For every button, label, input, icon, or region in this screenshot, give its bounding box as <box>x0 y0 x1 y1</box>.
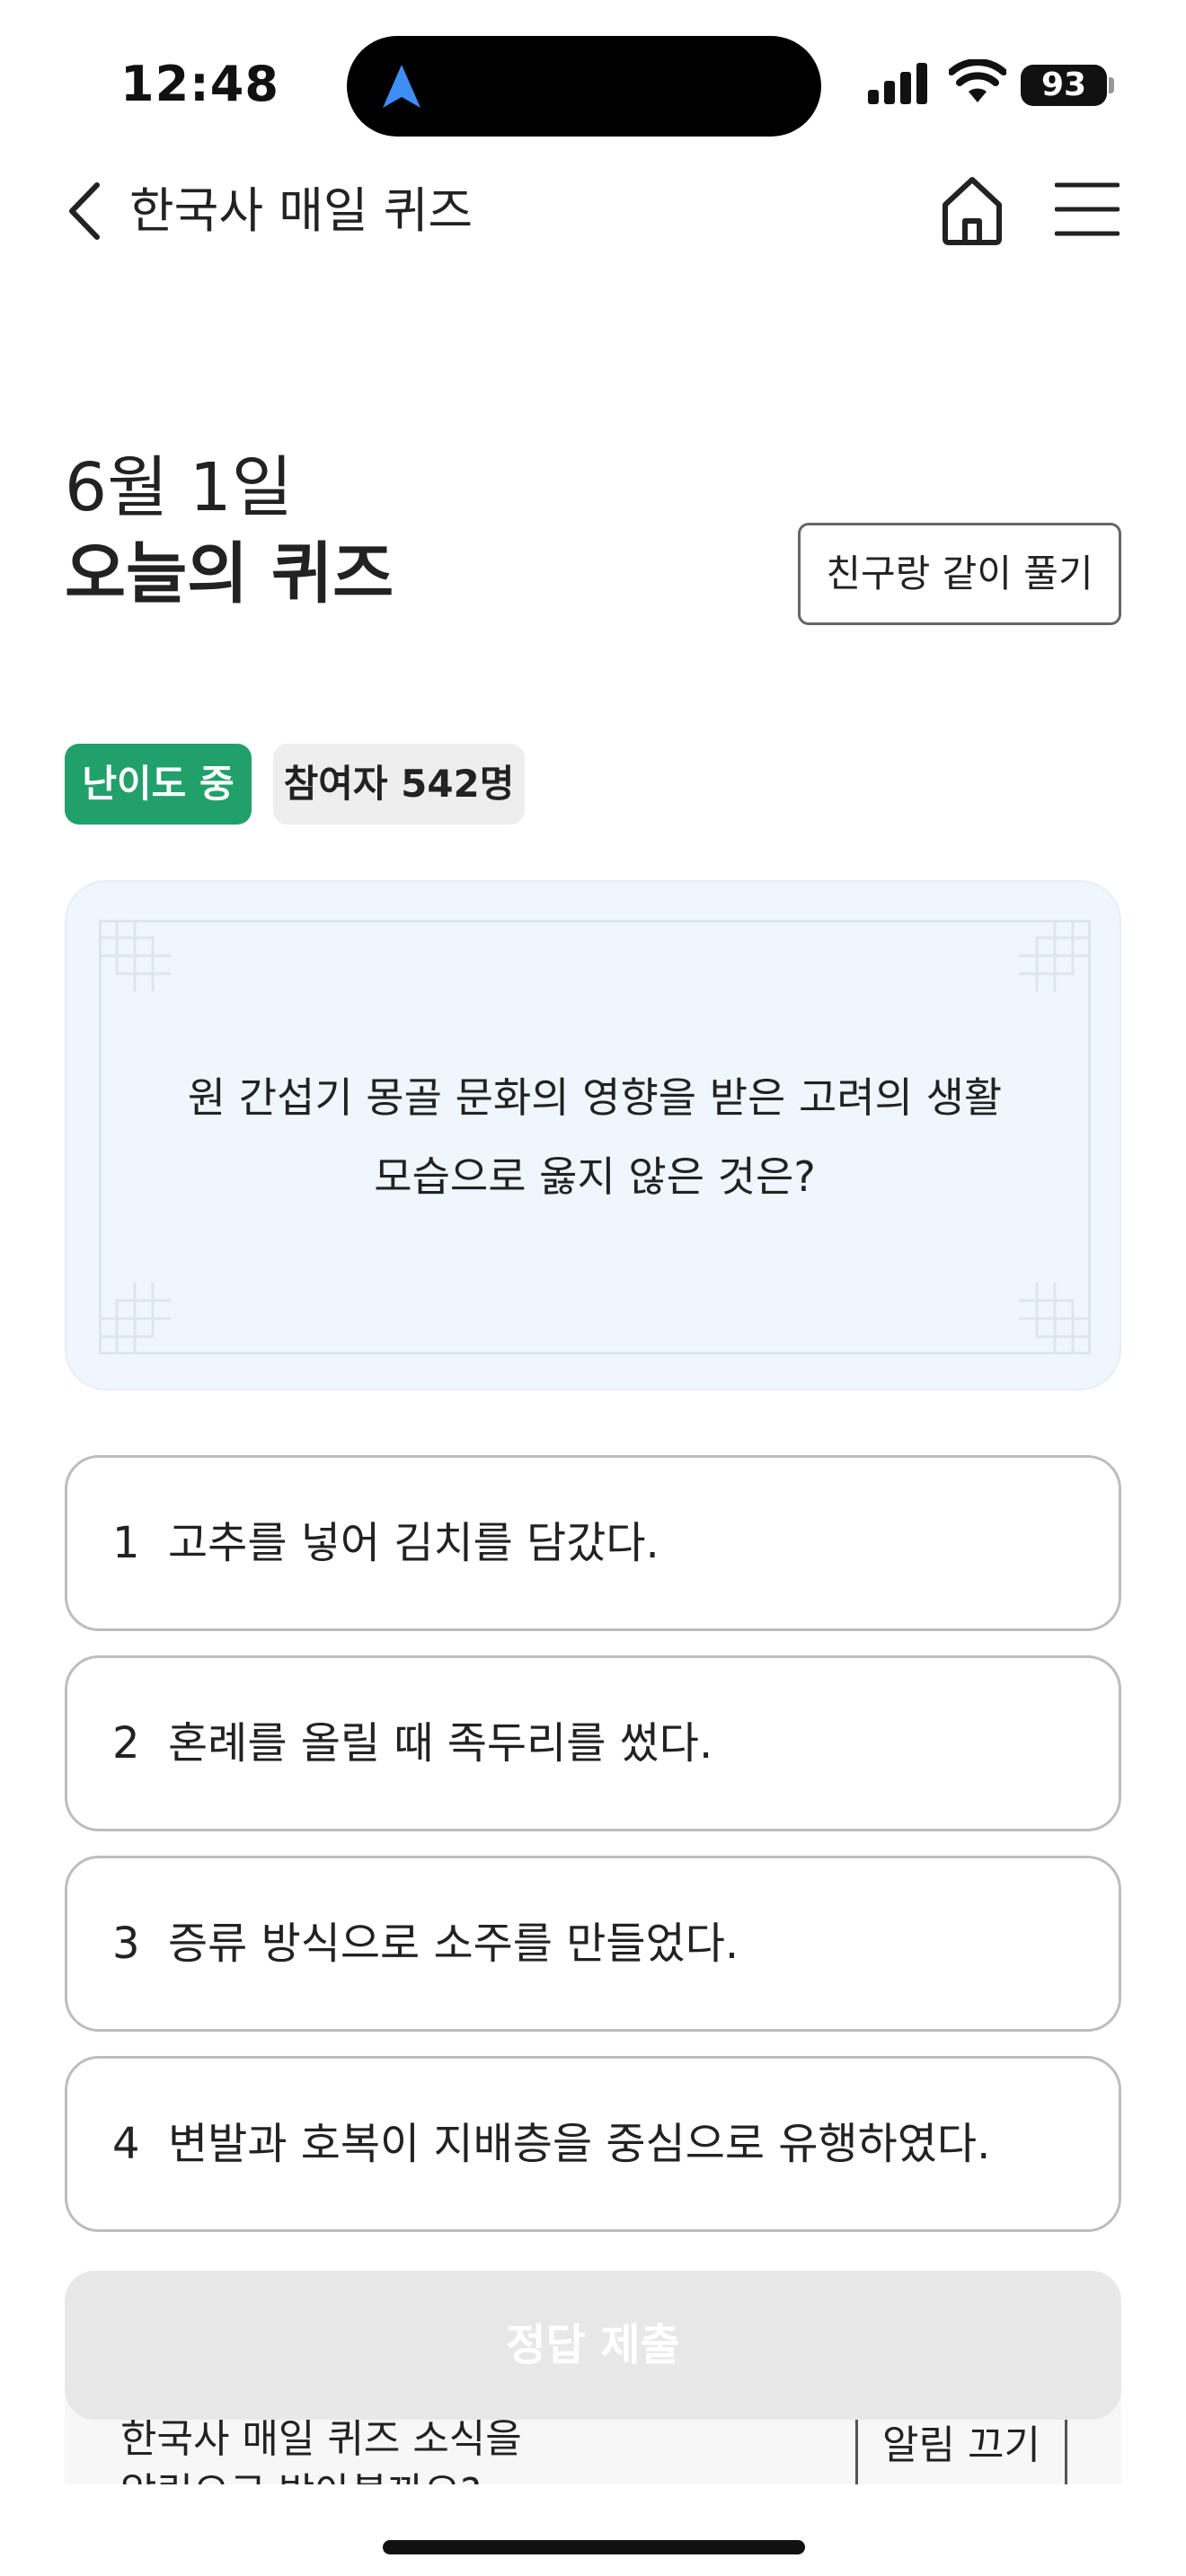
option-number: 2 <box>112 1718 140 1769</box>
answer-option-2[interactable]: 2 혼례를 올릴 때 족두리를 썼다. <box>65 1655 1121 1831</box>
option-text: 증류 방식으로 소주를 만들었다. <box>168 1919 739 1969</box>
location-arrow-icon <box>383 65 420 108</box>
question-card: 원 간섭기 몽골 문화의 영향을 받은 고려의 생활 모습으로 옳지 않은 것은… <box>65 880 1121 1390</box>
submit-answer-button[interactable]: 정답 제출 <box>65 2271 1121 2420</box>
back-chevron-icon[interactable] <box>65 180 104 243</box>
notification-off-button[interactable]: 알림 끄기 <box>855 2416 1067 2484</box>
notification-line: 한국사 매일 퀴즈 소식을 <box>120 2416 522 2462</box>
quiz-date: 6월 1일 <box>65 449 293 526</box>
option-number: 1 <box>112 1518 140 1568</box>
question-text: 원 간섭기 몽골 문화의 영향을 받은 고려의 생활 모습으로 옳지 않은 것은… <box>66 1058 1123 1216</box>
wifi-icon <box>949 59 1006 102</box>
hamburger-menu-icon[interactable] <box>1055 180 1120 239</box>
home-icon[interactable] <box>938 174 1006 246</box>
answer-option-3[interactable]: 3 증류 방식으로 소주를 만들었다. <box>65 1856 1121 2032</box>
notification-text: 한국사 매일 퀴즈 소식을 알림으로 받아볼까요? <box>120 2413 588 2484</box>
bottom-safe-area <box>0 2484 1186 2576</box>
signal-icon <box>868 63 927 104</box>
notification-line: 알림으로 받아볼까요? <box>120 2466 588 2484</box>
page-title: 한국사 매일 퀴즈 <box>129 182 474 239</box>
quiz-heading: 오늘의 퀴즈 <box>65 535 394 613</box>
option-text: 혼례를 올릴 때 족두리를 썼다. <box>168 1718 713 1769</box>
home-indicator[interactable] <box>383 2540 805 2554</box>
difficulty-badge: 난이도 중 <box>65 744 252 825</box>
participants-badge: 참여자 542명 <box>273 744 525 825</box>
answer-option-1[interactable]: 1 고추를 넣어 김치를 담갔다. <box>65 1455 1121 1631</box>
option-number: 3 <box>112 1919 140 1969</box>
dynamic-island <box>347 36 821 137</box>
lattice-corner-icon <box>99 1283 171 1354</box>
option-number: 4 <box>112 2119 140 2169</box>
lattice-corner-icon <box>1019 920 1091 992</box>
battery-icon: 93 <box>1021 65 1107 106</box>
question-line: 모습으로 옳지 않은 것은? <box>374 1152 816 1201</box>
answer-option-4[interactable]: 4 변발과 호복이 지배층을 중심으로 유행하였다. <box>65 2056 1121 2232</box>
lattice-corner-icon <box>99 920 171 992</box>
lattice-corner-icon <box>1019 1283 1091 1354</box>
status-time: 12:48 <box>120 56 279 112</box>
solve-with-friend-button[interactable]: 친구랑 같이 풀기 <box>798 523 1121 625</box>
battery-cap <box>1109 77 1114 93</box>
option-text: 고추를 넣어 김치를 담갔다. <box>168 1518 659 1568</box>
question-line: 원 간섭기 몽골 문화의 영향을 받은 고려의 생활 <box>187 1073 1003 1122</box>
app-header: 한국사 매일 퀴즈 <box>0 162 1186 260</box>
option-text: 변발과 호복이 지배층을 중심으로 유행하였다. <box>168 2119 991 2169</box>
status-bar: 12:48 93 <box>0 0 1186 162</box>
